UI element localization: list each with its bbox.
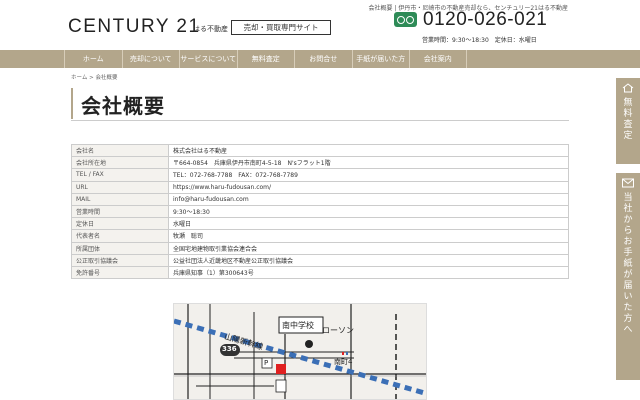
map-area-label: 南町4	[334, 358, 353, 366]
row-value: 公益社団法人近畿地区不動産公正取引協議会	[168, 253, 569, 267]
row-label: TEL / FAX	[71, 168, 169, 182]
store-marker	[305, 340, 313, 348]
title-divider	[71, 120, 569, 121]
nav-item-contact[interactable]: お問合せ	[294, 50, 352, 68]
business-hours: 営業時間：9:30〜18:30 定休日：水曜日	[422, 37, 537, 44]
century21-logo[interactable]: CENTURY 21	[68, 16, 201, 38]
bus-stop-marker	[342, 352, 344, 355]
nav-item-selling[interactable]: 売却について	[121, 50, 180, 68]
table-row: TEL / FAX TEL：072-768-7788 FAX：072-768-7…	[71, 168, 569, 182]
row-value: 9:30〜18:30	[168, 204, 569, 219]
row-label: 免許番号	[71, 265, 169, 280]
house-icon	[622, 83, 634, 93]
map-building	[275, 379, 287, 393]
bus-stop-marker	[346, 352, 348, 355]
table-row: MAIL info@haru-fudousan.com	[71, 192, 569, 206]
main-nav: ホーム 売却について サービスについて 無料査定 お問合せ 手紙が届いた方 会社…	[0, 50, 640, 68]
map-parking-label: P	[264, 359, 269, 367]
map-drawing	[174, 304, 426, 399]
title-accent-bar	[71, 88, 73, 119]
table-row: 免許番号 兵庫県知事（1）第300643号	[71, 265, 569, 280]
row-label: 公正取引協議会	[71, 253, 169, 267]
table-row: 公正取引協議会 公益社団法人近畿地区不動産公正取引協議会	[71, 253, 569, 267]
map-store-label: ローソン	[322, 326, 354, 335]
map-school-label: 南中学校	[282, 321, 314, 330]
side-tab-free-assessment[interactable]: 無料査定	[616, 78, 640, 164]
nav-item-letter-recipients[interactable]: 手紙が届いた方	[351, 50, 410, 68]
row-value: 株式会社はる不動産	[168, 143, 569, 158]
office-location-marker	[276, 364, 286, 374]
company-info-table: 会社名 株式会社はる不動産 会社所在地 〒664-0854 兵庫県伊丹市南町4-…	[71, 143, 569, 280]
nav-item-company[interactable]: 会社案内	[409, 50, 467, 68]
row-label: 営業時間	[71, 204, 169, 219]
table-row: 営業時間 9:30〜18:30	[71, 204, 569, 219]
row-label: 会社所在地	[71, 156, 169, 170]
row-label: URL	[71, 180, 169, 194]
phone-number[interactable]: 0120-026-021	[423, 9, 547, 31]
row-label: 代表者名	[71, 229, 169, 243]
page-title: 会社概要	[81, 94, 165, 118]
freedial-icon	[394, 12, 417, 27]
row-label: 会社名	[71, 143, 169, 158]
table-row: 定休日 水曜日	[71, 217, 569, 231]
map-route-label: 336	[222, 345, 237, 353]
row-label: 所属団体	[71, 241, 169, 255]
nav-item-home[interactable]: ホーム	[64, 50, 122, 68]
row-label: MAIL	[71, 192, 169, 206]
url-link[interactable]: https://www.haru-fudousan.com/	[168, 180, 569, 194]
row-value: 牧瀬 聡司	[168, 229, 569, 243]
table-row: 所属団体 全国宅地建物取引業協会連合会	[71, 241, 569, 255]
side-tab-letter-recipients[interactable]: 当社からお手紙が届いた方へ	[616, 173, 640, 380]
table-row: 会社所在地 〒664-0854 兵庫県伊丹市南町4-5-18 N'sフラット1階	[71, 156, 569, 170]
table-row: URL https://www.haru-fudousan.com/	[71, 180, 569, 194]
access-map[interactable]: 南中学校 山陽新幹線 ローソン 336 P 南町4	[173, 303, 427, 400]
envelope-icon	[622, 178, 634, 188]
mail-link[interactable]: info@haru-fudousan.com	[168, 192, 569, 206]
nav-item-services[interactable]: サービスについて	[179, 50, 237, 68]
row-value: TEL：072-768-7788 FAX：072-768-7789	[168, 168, 569, 182]
side-tab-letter-label: 当社からお手紙が届いた方へ	[623, 193, 633, 335]
side-tab-free-label: 無料査定	[623, 98, 633, 141]
breadcrumb: ホーム > 会社概要	[71, 75, 118, 81]
nav-item-free-assessment[interactable]: 無料査定	[236, 50, 295, 68]
row-value: 水曜日	[168, 217, 569, 231]
row-label: 定休日	[71, 217, 169, 231]
table-row: 会社名 株式会社はる不動産	[71, 143, 569, 158]
site-badge: 売却・買取専門サイト	[231, 20, 331, 35]
row-value: 〒664-0854 兵庫県伊丹市南町4-5-18 N'sフラット1階	[168, 156, 569, 170]
row-value: 全国宅地建物取引業協会連合会	[168, 241, 569, 255]
table-row: 代表者名 牧瀬 聡司	[71, 229, 569, 243]
row-value: 兵庫県知事（1）第300643号	[168, 265, 569, 280]
logo-subtitle: はる不動産	[193, 25, 228, 33]
